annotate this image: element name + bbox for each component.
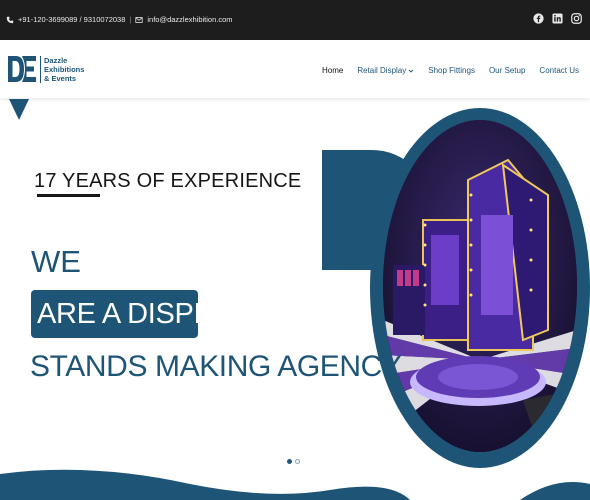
experience-underline <box>37 194 100 197</box>
slider-dot-2[interactable] <box>295 459 300 464</box>
phone-icon <box>6 16 14 23</box>
nav-label-shop-fittings: Shop Fittings <box>428 66 475 75</box>
nav-item-retail-display[interactable]: Retail Display <box>357 66 414 75</box>
contact-separator: | <box>129 15 132 24</box>
email-address[interactable]: info@dazzlexhibition.com <box>147 15 232 24</box>
nav-label-home: Home <box>322 66 344 75</box>
main-nav: Home Retail Display Shop Fittings Our Se… <box>322 66 579 75</box>
phone-number[interactable]: +91-120-3699089 / 9310072038 <box>18 15 125 24</box>
contact-info: +91-120-3699089 / 9310072038 | info@dazz… <box>6 15 233 24</box>
top-bar: +91-120-3699089 / 9310072038 | info@dazz… <box>0 0 590 40</box>
envelope-icon <box>135 16 143 23</box>
bottom-wave <box>0 469 590 500</box>
social-links <box>533 13 582 24</box>
hero-line-agency: STANDS MAKING AGENCY <box>30 350 402 383</box>
logo-line-3: & Events <box>44 73 77 83</box>
linkedin-icon[interactable] <box>552 13 563 24</box>
nav-item-shop-fittings[interactable]: Shop Fittings <box>428 66 475 75</box>
nav-label-our-setup: Our Setup <box>488 66 526 75</box>
hero-display-stand-image <box>383 120 577 452</box>
experience-heading: 17 YEARS OF EXPERIENCE <box>34 170 302 192</box>
facebook-icon[interactable] <box>533 13 544 24</box>
logo-line-1: Dazzle <box>44 55 68 65</box>
logo-text: Dazzle Exhibitions & Events <box>40 55 85 83</box>
nav-item-home[interactable]: Home <box>322 66 343 75</box>
company-logo[interactable]: Dazzle Exhibitions & Events <box>7 53 84 85</box>
slider-dot-1[interactable] <box>287 459 292 464</box>
hero-line-display: ARE A DISPLAY <box>37 298 246 330</box>
logo-mark-icon <box>8 56 36 82</box>
site-header: Dazzle Exhibitions & Events Home Retail … <box>0 40 590 98</box>
nav-label-contact-us: Contact Us <box>539 66 579 75</box>
nav-item-contact-us[interactable]: Contact Us <box>539 66 579 75</box>
hero-line-we: WE <box>31 244 81 279</box>
instagram-icon[interactable] <box>571 13 582 24</box>
header-notch <box>9 99 29 120</box>
display-stand-illustration <box>383 120 577 452</box>
slider-dots <box>287 459 300 464</box>
chevron-down-icon <box>408 69 414 73</box>
nav-label-retail-display: Retail Display <box>357 66 407 75</box>
nav-item-our-setup[interactable]: Our Setup <box>489 66 525 75</box>
logo-line-2: Exhibitions <box>44 64 85 74</box>
